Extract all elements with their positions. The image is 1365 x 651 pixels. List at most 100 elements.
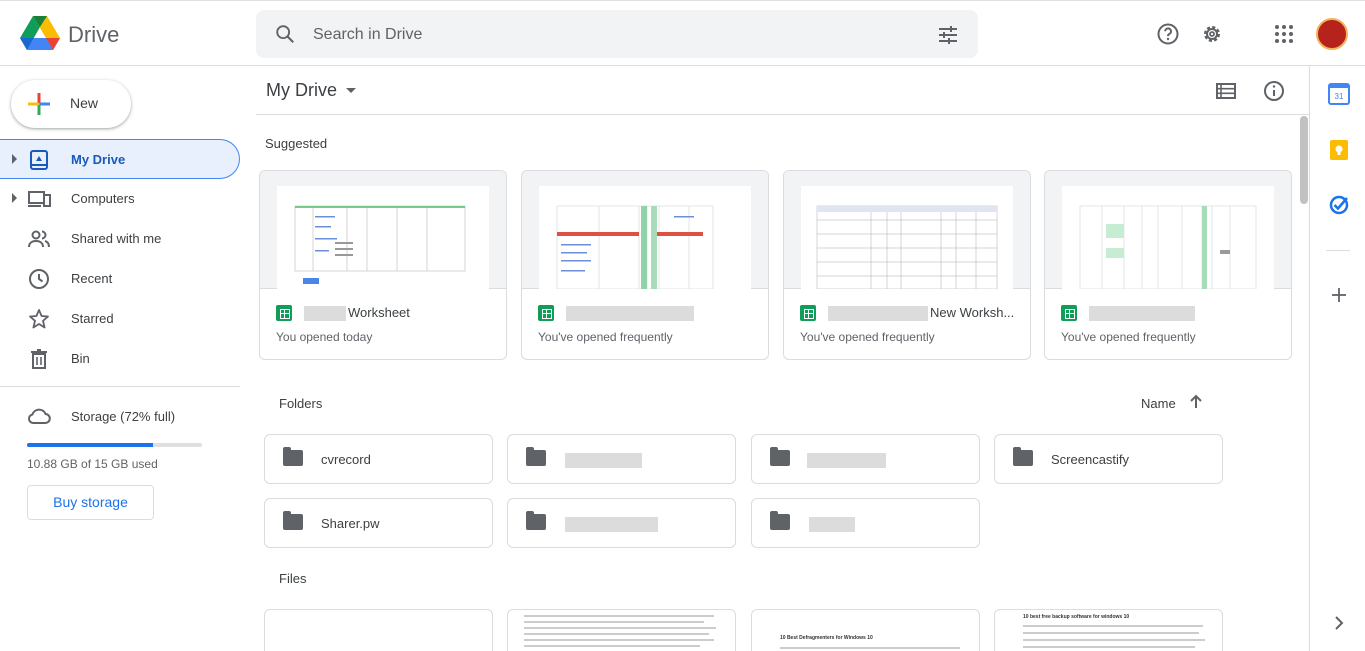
storage-label[interactable]: Storage (72% full) [71,409,175,424]
sidebar-item-starred[interactable]: Starred [0,299,240,339]
text-line [524,627,716,629]
avatar[interactable] [1316,18,1348,50]
folder-item[interactable]: Screencastify [994,434,1223,484]
text-line [1023,625,1203,627]
search-icon[interactable] [274,23,296,45]
folder-item[interactable]: cvrecord [264,434,493,484]
expand-arrow-icon[interactable] [12,193,17,203]
file-card[interactable]: 10 Best Defragmenters for Windows 10 [751,609,980,651]
search-input[interactable]: Search in Drive [313,26,422,44]
brand-name[interactable]: Drive [68,22,119,48]
folder-item[interactable] [507,498,736,548]
page-title[interactable]: My Drive [266,80,337,101]
redacted-text [1089,306,1195,321]
redacted-text [565,517,658,532]
my-drive-icon [30,150,48,170]
sidebar-item-recent[interactable]: Recent [0,259,240,299]
file-thumbnail [1045,171,1291,290]
file-name: New Worksh... [930,305,1015,320]
file-thumbnail [522,171,768,290]
tasks-icon[interactable] [1328,194,1350,216]
sidebar-item-label: Bin [71,351,90,366]
file-thumbnail [260,171,506,289]
sheets-icon [1061,305,1077,321]
folder-item[interactable] [751,498,980,548]
suggested-file-card[interactable]: Worksheet You opened today [259,170,507,360]
file-card[interactable]: 10 best free backup software for windows… [994,609,1223,651]
folder-icon [283,447,303,466]
buy-storage-button[interactable]: Buy storage [27,485,154,520]
list-view-icon[interactable] [1214,79,1238,103]
folder-icon [770,511,790,530]
file-card[interactable] [264,609,493,651]
calendar-icon[interactable]: 31 [1328,83,1350,105]
file-thumbnail [784,171,1030,290]
folder-item[interactable]: Sharer.pw [264,498,493,548]
svg-text:31: 31 [1335,92,1344,101]
folder-name: Sharer.pw [321,516,380,531]
sidebar-item-label: Computers [71,191,135,206]
help-icon[interactable] [1156,22,1180,46]
redacted-text [807,453,886,468]
storage-progress-bar [27,443,202,447]
file-activity: You've opened frequently [800,330,935,344]
top-bar: Drive Search in Drive [0,0,1365,66]
scrollbar-thumb[interactable] [1300,116,1308,204]
apps-icon[interactable] [1272,22,1296,46]
text-line [524,615,714,617]
info-icon[interactable] [1262,79,1286,103]
settings-icon[interactable] [1200,22,1224,46]
files-heading: Files [279,571,307,586]
sidebar-item-my-drive[interactable]: My Drive [0,139,240,179]
redacted-text [809,517,855,532]
chevron-right-icon[interactable] [1328,612,1350,634]
sidebar-item-label: Shared with me [71,231,162,246]
redacted-text [566,306,694,321]
text-line [1023,646,1195,648]
file-card[interactable] [507,609,736,651]
drive-logo-icon[interactable] [20,15,60,51]
star-icon [29,309,49,329]
sheets-icon [276,305,292,321]
folder-icon [526,511,546,530]
sheets-icon [800,305,816,321]
file-preview-title: 10 Best Defragmenters for Windows 10 [780,635,873,641]
text-line [524,645,700,647]
folder-item[interactable] [507,434,736,484]
suggested-file-card[interactable]: You've opened frequently [1044,170,1292,360]
sidebar-item-shared[interactable]: Shared with me [0,219,240,259]
shared-icon [28,230,50,248]
keep-icon[interactable] [1328,139,1350,161]
folder-name: cvrecord [321,452,371,467]
new-button[interactable]: New [11,80,131,128]
folder-icon [770,447,790,466]
sidebar-item-label: Starred [71,311,114,326]
expand-arrow-icon[interactable] [12,154,17,164]
file-activity: You've opened frequently [538,330,673,344]
search-box[interactable]: Search in Drive [256,10,978,58]
suggested-file-card[interactable]: New Worksh... You've opened frequently [783,170,1031,360]
tune-icon[interactable] [936,23,960,47]
sidebar-item-bin[interactable]: Bin [0,339,240,379]
sidebar-divider [0,386,240,387]
file-preview-title: 10 best free backup software for windows… [1023,614,1130,620]
suggested-file-card[interactable]: You've opened frequently [521,170,769,360]
sidebar-item-computers[interactable]: Computers [0,179,240,219]
chevron-down-icon[interactable] [346,88,356,93]
arrow-up-icon[interactable] [1187,393,1205,411]
text-line [524,621,704,623]
add-addon-icon[interactable] [1328,284,1350,306]
suggested-heading: Suggested [265,136,328,151]
text-line [1023,639,1205,641]
folder-item[interactable] [751,434,980,484]
folder-icon [526,447,546,466]
storage-progress-fill [27,443,153,447]
redacted-text [304,306,346,321]
sidebar-item-label: Recent [71,271,113,286]
computers-icon [28,191,51,207]
folder-icon [1013,447,1033,466]
sort-by-name[interactable]: Name [1141,396,1176,411]
sheets-icon [538,305,554,321]
panel-divider [1326,250,1350,251]
cloud-icon [27,408,51,424]
